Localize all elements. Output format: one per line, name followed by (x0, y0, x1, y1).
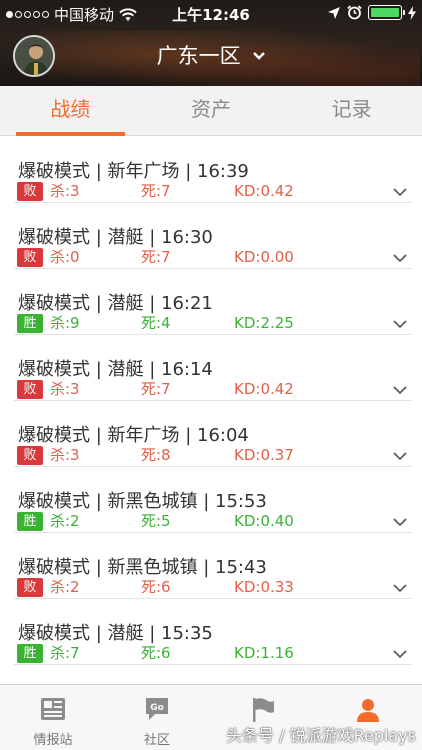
deaths-stat: 死:5 (141, 512, 171, 530)
kills-stat: 杀:3 (50, 182, 80, 200)
watermark-text: 头条号 / 锐派游戏Replays (226, 726, 417, 745)
alarm-icon (347, 5, 362, 20)
charging-icon (408, 5, 416, 20)
kd-stat: KD:0.37 (234, 446, 294, 464)
kd-stat: KD:0.42 (234, 380, 294, 398)
tab-assets[interactable]: 资产 (141, 86, 282, 135)
expand-chevron-icon[interactable] (393, 187, 407, 197)
kd-stat: KD:0.33 (234, 578, 294, 596)
match-row[interactable]: 爆破模式 | 新黑色城镇 | 15:43 败 杀:2 死:6 KD:0.33 (0, 533, 422, 599)
expand-chevron-icon[interactable] (393, 649, 407, 659)
nav-community[interactable]: Go 社区 (107, 685, 207, 750)
match-title: 爆破模式 | 新年广场 | 16:04 (18, 425, 249, 446)
match-row[interactable]: 爆破模式 | 潜艇 | 16:21 胜 杀:9 死:4 KD:2.25 (0, 269, 422, 335)
match-title: 爆破模式 | 潜艇 | 16:30 (18, 227, 213, 248)
expand-chevron-icon[interactable] (393, 451, 407, 461)
chat-icon: Go (146, 698, 168, 720)
match-list[interactable]: 爆破模式 | 新年广场 | 16:39 败 杀:3 死:7 KD:0.42 爆破… (0, 137, 422, 684)
svg-text:Go: Go (150, 703, 164, 713)
result-badge: 败 (17, 578, 43, 597)
match-row[interactable]: 爆破模式 | 新黑色城镇 | 15:53 胜 杀:2 死:5 KD:0.40 (0, 467, 422, 533)
kills-stat: 杀:2 (50, 578, 80, 596)
flag-icon (253, 698, 274, 722)
deaths-stat: 死:7 (141, 248, 171, 266)
nav-news[interactable]: 情报站 (3, 685, 103, 750)
match-title: 爆破模式 | 潜艇 | 15:35 (18, 623, 213, 644)
deaths-stat: 死:7 (141, 182, 171, 200)
result-badge: 胜 (17, 512, 43, 531)
result-badge: 败 (17, 182, 43, 201)
match-title: 爆破模式 | 潜艇 | 16:14 (18, 359, 213, 380)
deaths-stat: 死:8 (141, 446, 171, 464)
match-row[interactable]: 爆破模式 | 潜艇 | 16:14 败 杀:3 死:7 KD:0.42 (0, 335, 422, 401)
match-row[interactable]: 爆破模式 | 新年广场 | 16:39 败 杀:3 死:7 KD:0.42 (0, 137, 422, 203)
tab-record[interactable]: 战绩 (0, 86, 141, 136)
result-badge: 败 (17, 380, 43, 399)
kills-stat: 杀:3 (50, 380, 80, 398)
result-badge: 胜 (17, 314, 43, 333)
result-badge: 败 (17, 446, 43, 465)
expand-chevron-icon[interactable] (393, 517, 407, 527)
match-row[interactable]: 爆破模式 | 潜艇 | 16:30 败 杀:0 死:7 KD:0.00 (0, 203, 422, 269)
chevron-down-icon (253, 52, 266, 60)
news-icon (41, 698, 65, 720)
status-bar: 中国移动 上午12:46 (0, 0, 422, 26)
battery-icon (368, 5, 405, 20)
status-right (327, 5, 416, 20)
match-title: 爆破模式 | 新黑色城镇 | 15:53 (18, 491, 267, 512)
match-row[interactable]: 爆破模式 | 潜艇 | 15:35 胜 杀:7 死:6 KD:1.16 (0, 599, 422, 665)
result-badge: 败 (17, 248, 43, 267)
server-name: 广东一区 (156, 44, 241, 68)
kd-stat: KD:2.25 (234, 314, 294, 332)
nav-community-label: 社区 (143, 733, 170, 748)
kills-stat: 杀:3 (50, 446, 80, 464)
expand-chevron-icon[interactable] (393, 385, 407, 395)
match-row[interactable]: 爆破模式 | 新年广场 | 16:04 败 杀:3 死:8 KD:0.37 (0, 401, 422, 467)
kd-stat: KD:0.42 (234, 182, 294, 200)
match-title: 爆破模式 | 新黑色城镇 | 15:43 (18, 557, 267, 578)
deaths-stat: 死:6 (141, 644, 171, 662)
kills-stat: 杀:9 (50, 314, 80, 332)
deaths-stat: 死:7 (141, 380, 171, 398)
server-selector[interactable]: 广东一区 (0, 40, 422, 70)
location-icon (328, 6, 340, 19)
app-header: 中国移动 上午12:46 广东一区 (0, 0, 422, 86)
kd-stat: KD:1.16 (234, 644, 294, 662)
kills-stat: 杀:2 (50, 512, 80, 530)
profile-icon (357, 699, 379, 722)
deaths-stat: 死:4 (141, 314, 171, 332)
kills-stat: 杀:0 (50, 248, 80, 266)
deaths-stat: 死:6 (141, 578, 171, 596)
tab-bar: 战绩 资产 记录 (0, 86, 422, 136)
kd-stat: KD:0.00 (234, 248, 294, 266)
expand-chevron-icon[interactable] (393, 253, 407, 263)
match-title: 爆破模式 | 潜艇 | 16:21 (18, 293, 213, 314)
expand-chevron-icon[interactable] (393, 583, 407, 593)
result-badge: 胜 (17, 644, 43, 663)
expand-chevron-icon[interactable] (393, 319, 407, 329)
kd-stat: KD:0.40 (234, 512, 294, 530)
tab-log[interactable]: 记录 (281, 86, 422, 135)
match-title: 爆破模式 | 新年广场 | 16:39 (18, 161, 249, 182)
kills-stat: 杀:7 (50, 644, 80, 662)
nav-news-label: 情报站 (33, 733, 73, 748)
